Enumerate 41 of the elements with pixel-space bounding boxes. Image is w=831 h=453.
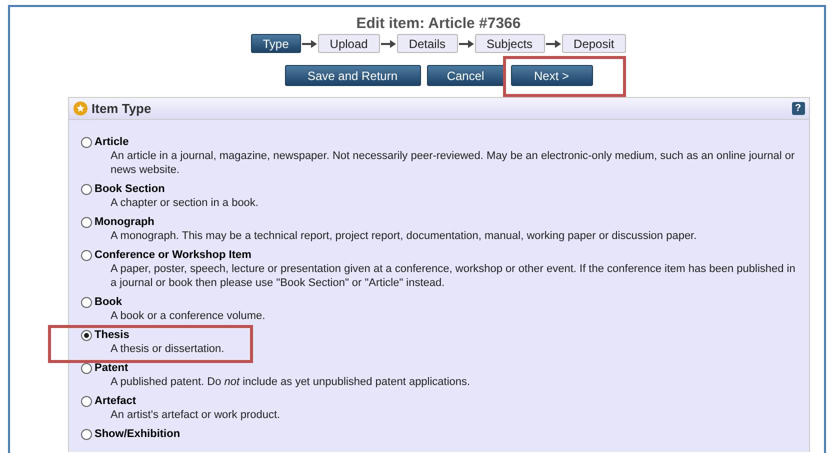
option-label: Monograph (94, 216, 156, 229)
radio-button[interactable] (80, 297, 92, 308)
option-description: A paper, poster, speech, lecture or presentation given at a conference, workshop or other event. If the conference item has been published in a journal or book then please use "Book Section" or "Article" instead. (110, 262, 796, 290)
radio-button[interactable] (80, 330, 92, 341)
radio-button[interactable] (80, 137, 92, 148)
help-button[interactable]: ? (792, 102, 804, 115)
arrow-icon (380, 40, 396, 48)
action-button[interactable]: Save and Return (284, 65, 420, 86)
option-label: Artefact (94, 395, 138, 408)
option-description: An article in a journal, magazine, newspaper. Not necessarily peer-reviewed. May be an electronic-only medium, such as an online journal or news website. (110, 149, 796, 177)
arrow-icon (546, 40, 561, 48)
step-tab[interactable]: Type (250, 34, 301, 53)
action-button[interactable]: Cancel (426, 65, 504, 86)
radio-button[interactable] (80, 363, 92, 374)
arrow-icon (458, 40, 474, 48)
step-tab[interactable]: Upload (318, 34, 380, 53)
option-description: A book or a conference volume. (110, 309, 266, 323)
option-label: Patent (94, 362, 130, 375)
radio-button[interactable] (80, 396, 92, 407)
radio-button[interactable] (80, 184, 92, 195)
radio-button[interactable] (80, 217, 92, 228)
action-button[interactable]: Next > (510, 65, 592, 86)
option-label: Book Section (94, 183, 166, 196)
option-description: A chapter or section in a book. (110, 196, 258, 210)
arrow-icon (302, 40, 317, 48)
page-title: Edit item: Article #7366 (356, 15, 521, 33)
option-label: Article (94, 136, 130, 149)
option-label: Thesis (94, 329, 130, 342)
option-label: Conference or Workshop Item (94, 249, 252, 262)
option-label: Show/Exhibition (94, 428, 180, 441)
panel-title: Item Type (92, 100, 152, 118)
option-description: An artist's artefact or work product. (110, 408, 280, 422)
option-description: A monograph. This may be a technical report, project report, documentation, manual, working paper or discussion paper. (110, 229, 697, 243)
radio-button[interactable] (80, 250, 92, 261)
option-description: A published patent. Do not include as yet unpublished patent applications. (110, 375, 470, 389)
option-description: A thesis or dissertation. (110, 342, 224, 356)
step-tab[interactable]: Deposit (562, 34, 626, 53)
step-tab[interactable]: Details (396, 34, 458, 53)
option-label: Book (94, 296, 123, 309)
radio-button[interactable] (80, 429, 92, 440)
step-tab[interactable]: Subjects (474, 34, 545, 53)
